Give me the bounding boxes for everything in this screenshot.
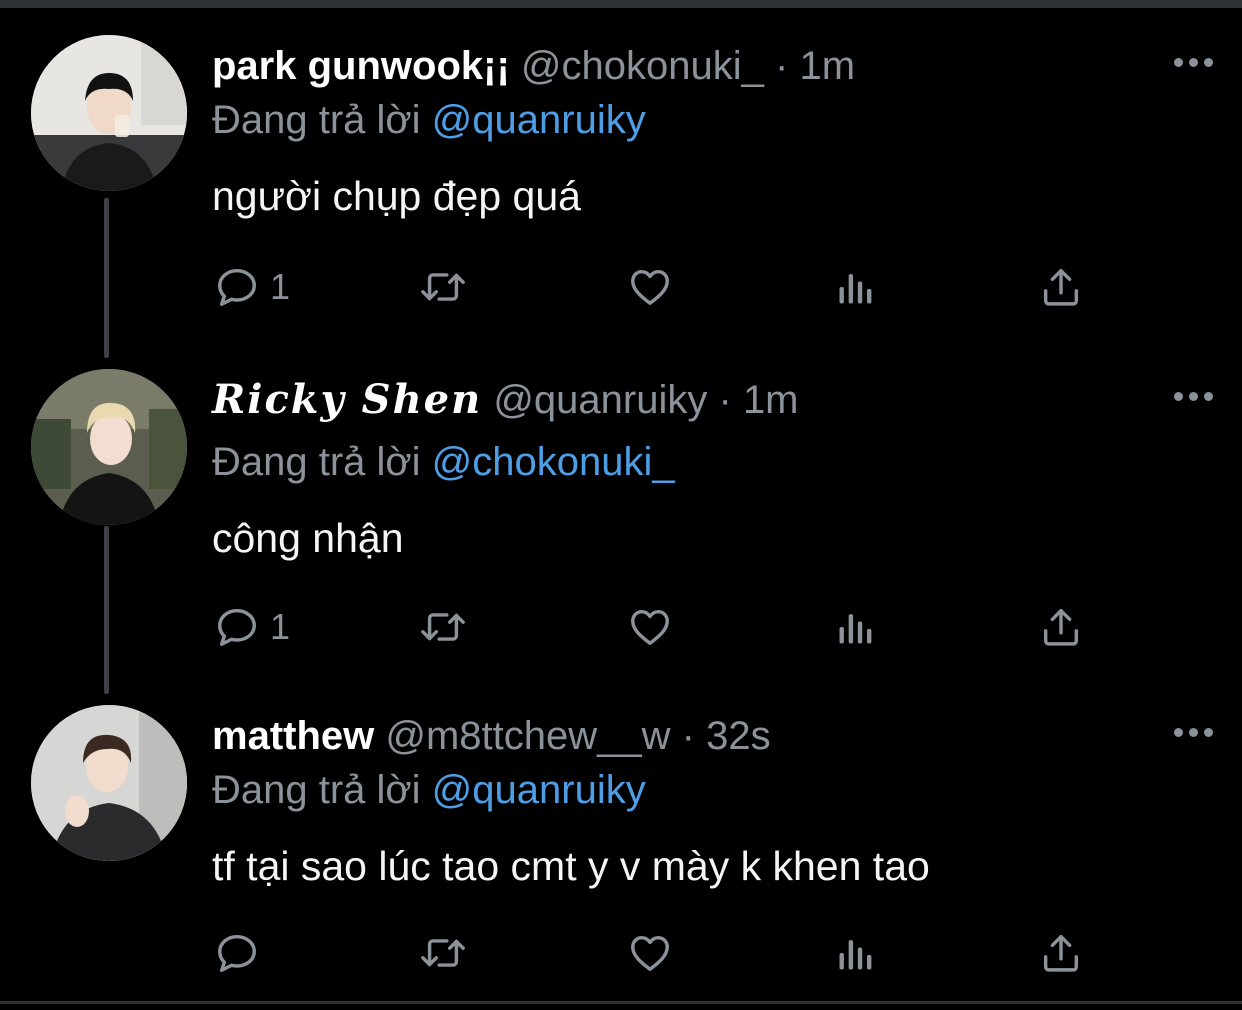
- retweet-button[interactable]: [418, 262, 468, 312]
- timestamp[interactable]: 1m: [743, 378, 799, 422]
- share-button[interactable]: [1038, 602, 1084, 652]
- heart-icon: [631, 935, 669, 972]
- analytics-icon: [839, 940, 872, 970]
- share-icon: [1043, 608, 1079, 646]
- replying-to: Đang trả lời @quanruiky: [212, 96, 646, 144]
- avatar[interactable]: [31, 369, 187, 525]
- more-icon[interactable]: [1174, 390, 1214, 402]
- analytics-icon: [839, 274, 872, 304]
- tweet[interactable]: Ricky Shen @quanruiky · 1m Đang trả lời …: [0, 334, 1242, 674]
- user-handle[interactable]: @quanruiky: [493, 378, 707, 422]
- more-icon[interactable]: [1174, 56, 1214, 68]
- retweet-icon: [421, 613, 465, 641]
- tweet-text: người chụp đẹp quá: [212, 173, 581, 219]
- replying-to-label: Đang trả lời: [212, 768, 421, 812]
- retweet-icon: [421, 939, 465, 967]
- reply-button[interactable]: [214, 928, 270, 978]
- mention-link[interactable]: @chokonuki_: [432, 440, 675, 484]
- share-button[interactable]: [1038, 262, 1084, 312]
- separator: ·: [775, 44, 789, 88]
- reply-icon: [218, 934, 256, 972]
- heart-icon: [631, 609, 669, 646]
- analytics-button[interactable]: [834, 262, 878, 312]
- share-icon: [1043, 268, 1079, 306]
- tweet-header: matthew @m8ttchew__w · 32s: [212, 712, 771, 760]
- like-button[interactable]: [626, 262, 674, 312]
- reply-count: 1: [270, 606, 291, 647]
- user-handle[interactable]: @m8ttchew__w: [385, 714, 670, 758]
- reply-icon: [218, 268, 256, 306]
- analytics-button[interactable]: [834, 602, 878, 652]
- retweet-button[interactable]: [418, 602, 468, 652]
- replying-to-label: Đang trả lời: [212, 98, 421, 142]
- timestamp[interactable]: 32s: [706, 714, 771, 758]
- replying-to: Đang trả lời @quanruiky: [212, 766, 646, 814]
- avatar[interactable]: [31, 35, 187, 191]
- retweet-button[interactable]: [418, 928, 468, 978]
- action-bar: 1: [212, 602, 1092, 652]
- separator: ·: [681, 714, 695, 758]
- reply-icon: [218, 608, 256, 646]
- display-name[interactable]: matthew: [212, 714, 374, 758]
- like-button[interactable]: [626, 928, 674, 978]
- tweet[interactable]: matthew @m8ttchew__w · 32s Đang trả lời …: [0, 670, 1242, 1010]
- tweet-text: công nhận: [212, 515, 404, 561]
- tweet-header: Ricky Shen @quanruiky · 1m: [212, 376, 799, 424]
- mention-link[interactable]: @quanruiky: [432, 768, 646, 812]
- display-name[interactable]: Ricky Shen: [212, 376, 482, 423]
- action-bar: 1: [212, 262, 1092, 312]
- mention-link[interactable]: @quanruiky: [432, 98, 646, 142]
- tweet-header: park gunwook¡¡ @chokonuki_ · 1m: [212, 42, 855, 90]
- analytics-button[interactable]: [834, 928, 878, 978]
- tweet-text: tf tại sao lúc tao cmt y v mày k khen ta…: [212, 843, 930, 889]
- avatar[interactable]: [31, 705, 187, 861]
- tweet[interactable]: park gunwook¡¡ @chokonuki_ · 1m Đang trả…: [0, 0, 1242, 340]
- retweet-icon: [421, 273, 465, 301]
- reply-count: 1: [270, 266, 291, 307]
- reply-button[interactable]: 1: [214, 602, 290, 652]
- timestamp[interactable]: 1m: [799, 44, 855, 88]
- more-icon[interactable]: [1174, 726, 1214, 738]
- share-icon: [1043, 934, 1079, 972]
- separator: ·: [718, 378, 732, 422]
- display-name[interactable]: park gunwook¡¡: [212, 44, 510, 88]
- heart-icon: [631, 269, 669, 306]
- like-button[interactable]: [626, 602, 674, 652]
- user-handle[interactable]: @chokonuki_: [521, 44, 764, 88]
- action-bar: [212, 928, 1092, 978]
- analytics-icon: [839, 614, 872, 644]
- replying-to: Đang trả lời @chokonuki_: [212, 438, 675, 486]
- reply-button[interactable]: 1: [214, 262, 290, 312]
- replying-to-label: Đang trả lời: [212, 440, 421, 484]
- share-button[interactable]: [1038, 928, 1084, 978]
